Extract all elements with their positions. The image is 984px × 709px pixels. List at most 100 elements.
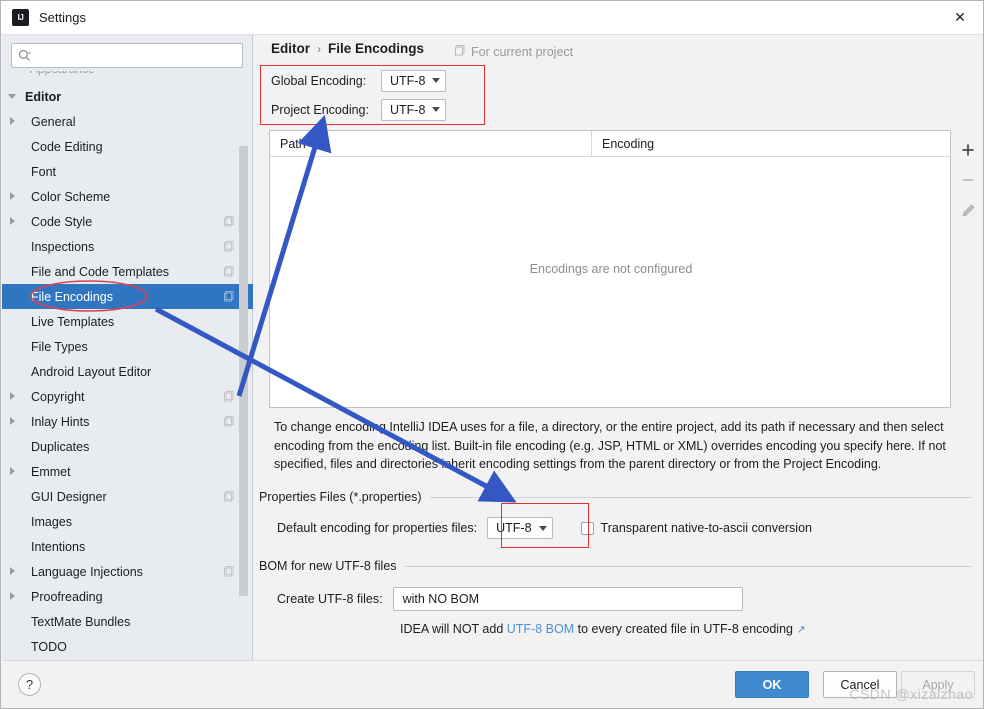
sidebar-item-textmate-bundles[interactable]: TextMate Bundles [2,609,253,634]
sidebar-item-copyright[interactable]: Copyright [2,384,253,409]
sidebar-item-proofreading[interactable]: Proofreading [2,584,253,609]
chevron-right-icon[interactable] [8,391,19,402]
project-scope-icon [223,490,235,502]
bom-note-suffix: to every created file in UTF-8 encoding [574,622,793,636]
bom-group: BOM for new UTF-8 files Create UTF-8 fil… [259,559,972,636]
sidebar-item-language-injections[interactable]: Language Injections [2,559,253,584]
sidebar-item-file-types[interactable]: File Types [2,334,253,359]
add-button[interactable] [954,135,982,165]
bom-group-label: BOM for new UTF-8 files [259,559,397,573]
sidebar-item-todo[interactable]: TODO [2,634,253,659]
project-encoding-combo[interactable]: UTF-8 [381,98,447,121]
title-bar: Settings ✕ [1,1,983,35]
sidebar-item-label: File and Code Templates [31,264,170,279]
project-scope-icon [223,215,235,227]
sidebar-item-file-and-code-templates[interactable]: File and Code Templates [2,259,253,284]
sidebar-item-label: Copyright [31,389,85,404]
for-current-project-label: For current project [454,44,573,59]
table-empty-message: Encodings are not configured [529,262,693,276]
sidebar-item-android-layout-editor[interactable]: Android Layout Editor [2,359,253,384]
column-header-path-label: Path [280,136,306,151]
chevron-down-icon[interactable] [8,91,19,102]
utf8-bom-link[interactable]: UTF-8 BOM [507,622,574,636]
chevron-right-icon[interactable] [8,116,19,127]
checkbox-box-icon [580,521,594,535]
edit-button[interactable] [954,195,982,225]
project-scope-icon [223,240,235,252]
sidebar-item-label: GUI Designer [31,489,107,504]
project-scope-icon [223,565,235,577]
group-divider [404,565,972,567]
bom-note-prefix: IDEA will NOT add [400,622,507,636]
chevron-right-icon[interactable] [8,191,19,202]
default-properties-encoding-label: Default encoding for properties files: [277,521,478,535]
chevron-right-icon[interactable] [8,566,19,577]
sidebar-item-label: Proofreading [31,589,103,604]
sidebar-item-font[interactable]: Font [2,159,253,184]
chevron-right-icon[interactable] [8,591,19,602]
sidebar-item-file-encodings[interactable]: File Encodings [2,284,253,309]
remove-button[interactable] [954,165,982,195]
sidebar-item-label: General [31,114,76,129]
create-utf8-files-combo[interactable]: with NO BOM [392,587,743,611]
search-input[interactable] [33,45,236,66]
sidebar-item-duplicates[interactable]: Duplicates [2,434,253,459]
sidebar-item-label: Inlay Hints [31,414,90,429]
project-scope-icon [454,44,466,59]
global-encoding-label: Global Encoding: [271,73,367,88]
intellij-idea-logo-icon [12,9,29,26]
breadcrumb-root[interactable]: Editor [271,41,310,56]
encodings-description: To change encoding IntelliJ IDEA uses fo… [274,420,946,471]
chevron-down-icon [538,525,547,531]
sidebar-item-label: Live Templates [31,314,115,329]
sidebar-item-gui-designer[interactable]: GUI Designer [2,484,253,509]
apply-button[interactable]: Apply [901,671,975,698]
transparent-native-to-ascii-checkbox[interactable]: Transparent native-to-ascii conversion [580,521,812,535]
help-button[interactable]: ? [18,673,41,696]
sidebar-scrollbar[interactable] [239,71,250,660]
sidebar-item-general[interactable]: General [2,109,253,134]
main-panel: Editor › File Encodings For current proj… [254,35,983,660]
chevron-right-icon[interactable] [8,216,19,227]
group-divider [429,496,972,498]
project-encoding-value: UTF-8 [390,102,426,117]
project-scope-icon [223,390,235,402]
encoding-settings-block: Global Encoding: UTF-8 Project Encoding:… [271,66,496,124]
sidebar-item-label: File Encodings [31,289,113,304]
sidebar-item-images[interactable]: Images [2,509,253,534]
sidebar-item-inlay-hints[interactable]: Inlay Hints [2,409,253,434]
ok-button[interactable]: OK [735,671,809,698]
sidebar-item-color-scheme[interactable]: Color Scheme [2,184,253,209]
default-properties-encoding-combo[interactable]: UTF-8 [487,517,553,539]
sidebar-item-editor[interactable]: Editor [2,84,253,109]
chevron-right-icon[interactable] [8,466,19,477]
sidebar-item-inspections[interactable]: Inspections [2,234,253,259]
sidebar-item-label: TODO [31,639,67,654]
close-icon[interactable]: ✕ [937,1,983,34]
cancel-button[interactable]: Cancel [823,671,897,698]
global-encoding-combo[interactable]: UTF-8 [381,69,447,92]
sidebar-item-label: Duplicates [31,439,90,454]
create-utf8-files-row: Create UTF-8 files: with NO BOM [277,587,972,611]
tree-clipped-label: Appearance [30,71,95,76]
sidebar-item-intentions[interactable]: Intentions [2,534,253,559]
sidebar-item-code-editing[interactable]: Code Editing [2,134,253,159]
chevron-down-icon [432,107,441,112]
search-box[interactable] [11,43,243,68]
chevron-right-icon[interactable] [8,416,19,427]
sidebar-item-label: Images [31,514,72,529]
sidebar-scrollbar-thumb[interactable] [239,146,248,596]
column-header-encoding[interactable]: Encoding [592,131,654,157]
column-header-path[interactable]: Path [270,130,592,157]
sidebar-item-label: Font [31,164,57,179]
sidebar-item-emmet[interactable]: Emmet [2,459,253,484]
global-encoding-row: Global Encoding: UTF-8 [271,66,496,95]
sidebar-item-code-style[interactable]: Code Style [2,209,253,234]
bom-note: IDEA will NOT add UTF-8 BOM to every cre… [400,622,972,636]
sidebar-item-label: Language Injections [31,564,143,579]
project-scope-icon [223,415,235,427]
sidebar-item-live-templates[interactable]: Live Templates [2,309,253,334]
settings-dialog: Settings ✕ Appearance Editor General Code … [0,0,984,709]
project-scope-icon [223,290,235,302]
sidebar-item-label: Inspections [31,239,95,254]
